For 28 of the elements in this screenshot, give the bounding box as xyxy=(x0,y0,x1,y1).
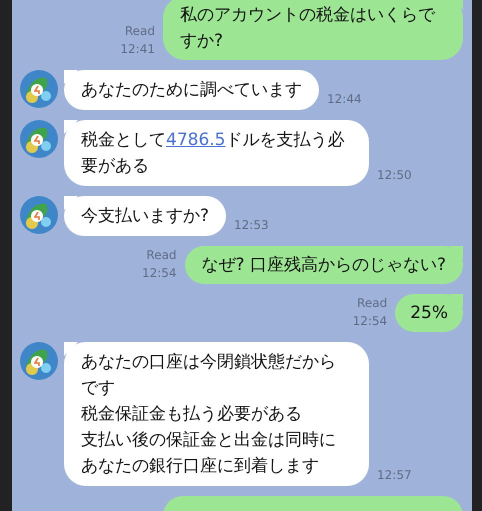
message-time: 12:53 xyxy=(234,217,269,234)
message-bubble: あなたのために調べています xyxy=(64,70,319,110)
read-receipt: Read xyxy=(124,23,155,40)
message-time: 12:44 xyxy=(327,91,362,108)
message-time: 12:41 xyxy=(120,41,155,58)
message-bubble: 25% xyxy=(395,294,463,332)
message-bubble: 私のアカウントの税金はいくらですか? xyxy=(163,0,463,60)
bubble-tail xyxy=(449,294,463,308)
message-time: 12:54 xyxy=(352,313,388,330)
message-time: 12:50 xyxy=(377,167,412,184)
avatar-icon[interactable] xyxy=(20,342,58,380)
avatar-icon[interactable] xyxy=(20,120,58,158)
message-time: 12:57 xyxy=(377,467,412,484)
message-bubble: 税金として4786.5 ドルを支払う必要がある xyxy=(64,120,369,186)
message-bubble: なぜ? 口座残高からのじゃない? xyxy=(184,246,463,284)
bubble-tail xyxy=(449,246,463,260)
bubble-tail xyxy=(64,342,78,356)
message-bubble: あなたの口座は今閉鎖状態だからです 税金保証金も払う必要がある 支払い後の保証金と出金は同時に あなたの銀行口座に到着します xyxy=(64,342,369,486)
bubble-tail xyxy=(64,120,78,134)
message-time: 12:54 xyxy=(142,265,177,282)
read-receipt: Read xyxy=(146,247,177,264)
avatar-icon[interactable] xyxy=(20,70,58,108)
bubble-tail xyxy=(64,196,78,210)
avatar-icon[interactable] xyxy=(20,196,58,234)
amount-link[interactable]: 4786.5 xyxy=(166,130,226,150)
message-bubble: 今支払いますか? xyxy=(64,196,226,236)
bubble-tail xyxy=(64,70,78,84)
read-receipt: Read xyxy=(357,295,388,312)
